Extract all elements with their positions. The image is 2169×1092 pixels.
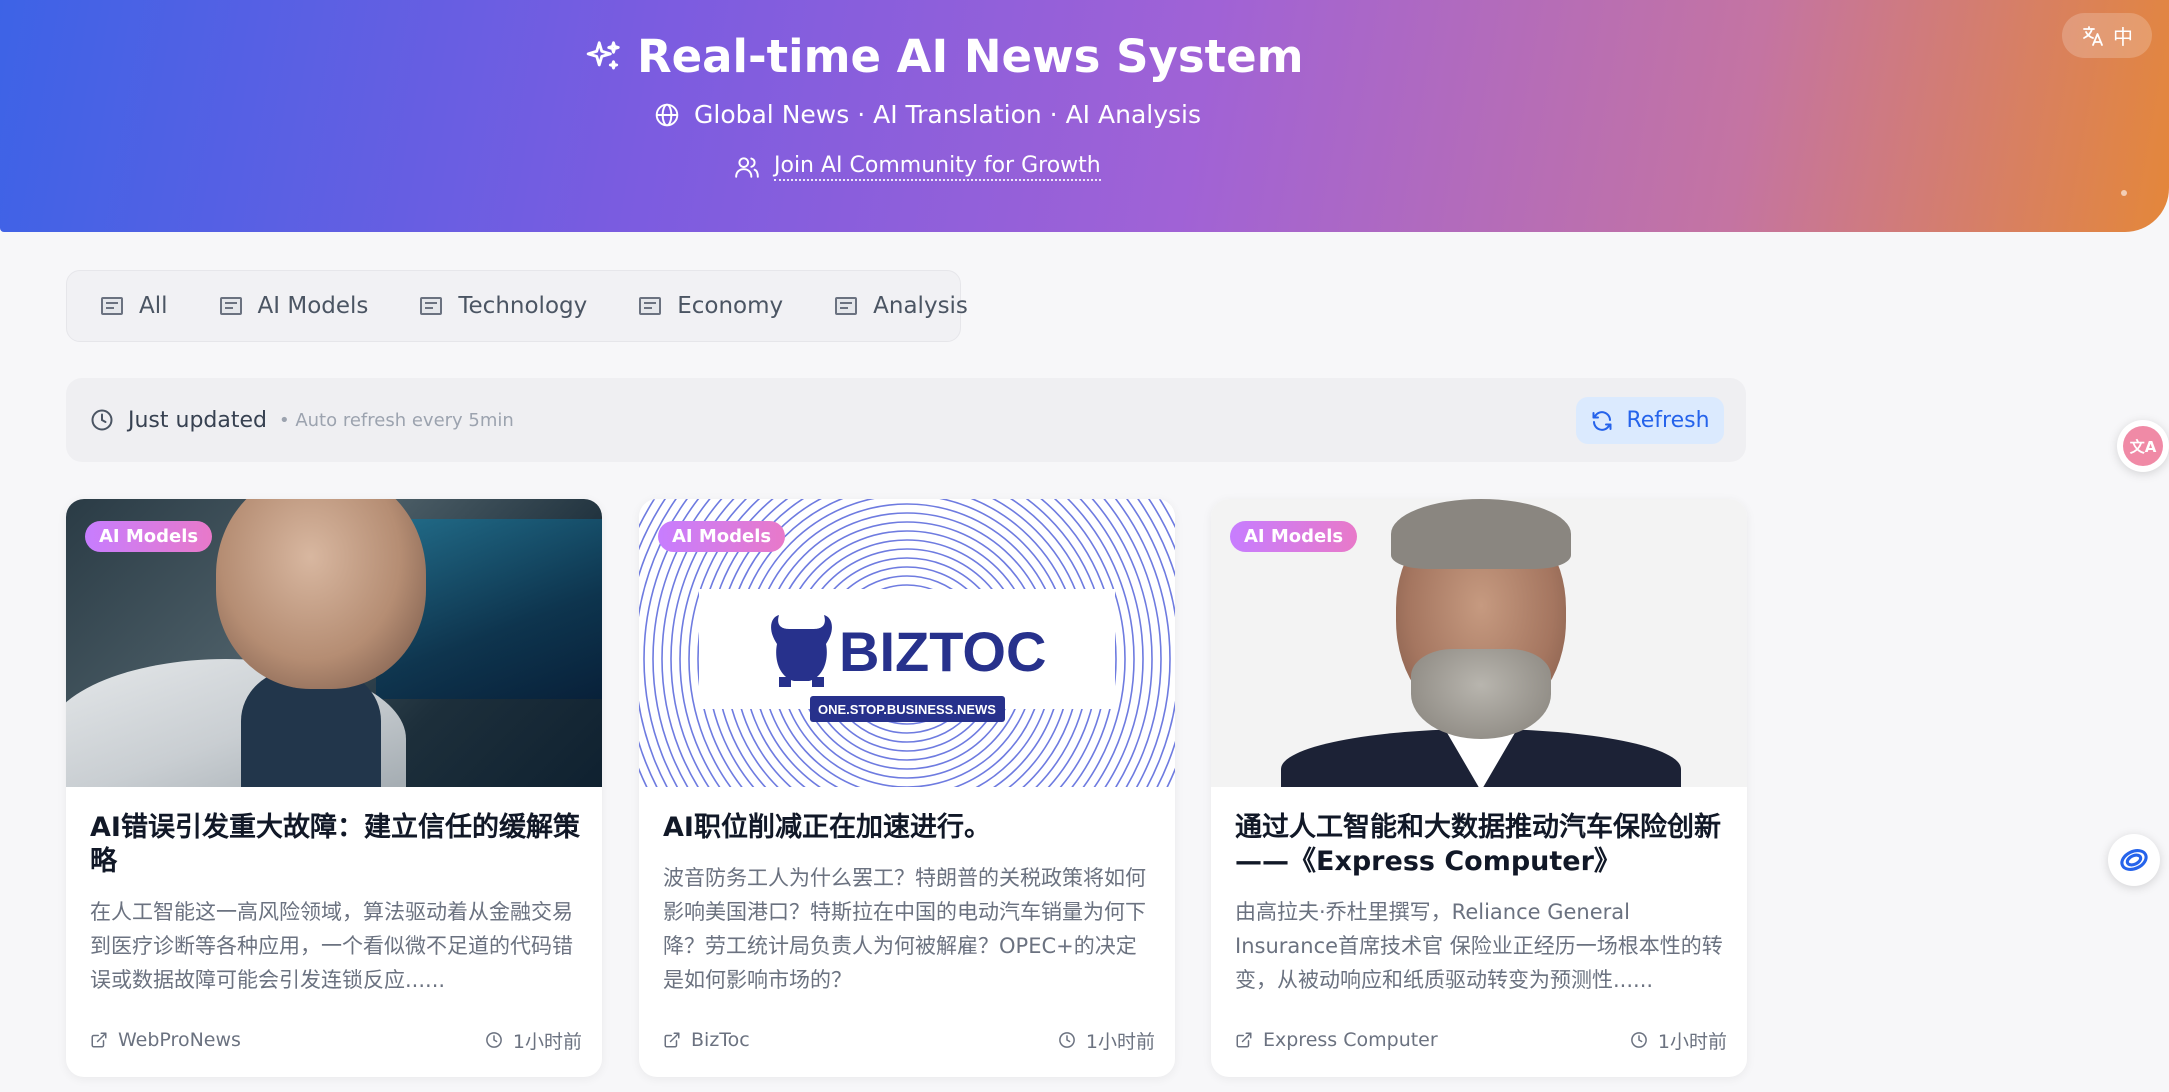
sparkles-icon (586, 40, 620, 70)
source-name: WebProNews (118, 1029, 241, 1051)
source-name: BizToc (691, 1029, 750, 1051)
source-name: Express Computer (1263, 1029, 1438, 1051)
tab-technology[interactable]: Technology (420, 293, 587, 319)
logo-tagline: ONE.STOP.BUSINESS.NEWS (818, 702, 996, 717)
news-image: AI Models (66, 499, 602, 787)
tab-label: Economy (677, 293, 784, 319)
category-badge: AI Models (85, 521, 213, 552)
external-link-icon (664, 1032, 680, 1048)
news-description: 由高拉夫·乔杜里撰写，Reliance General Insurance首席技… (1235, 900, 1723, 992)
time-text: 1小时前 (512, 1030, 582, 1053)
auto-refresh-note: • Auto refresh every 5min (279, 409, 514, 431)
clock-icon (1059, 1032, 1075, 1048)
time-text: 1小时前 (1657, 1030, 1727, 1053)
category-badge: AI Models (1230, 521, 1358, 552)
tab-label: AI Models (257, 293, 369, 319)
tab-label: Technology (458, 293, 588, 319)
decorative-dot (2121, 190, 2127, 196)
news-footer: Express Computer 1小时前 (1235, 1027, 1727, 1053)
news-time: 1小时前 (1058, 1027, 1155, 1054)
news-footer: BizToc 1小时前 (663, 1027, 1155, 1053)
header-banner: Real-time AI News System Global News · A… (0, 0, 2169, 232)
page-subtitle: Global News · AI Translation · AI Analys… (654, 100, 1201, 129)
news-card[interactable]: BIZTOC ONE.STOP.BUSINESS.NEWS AI Models … (639, 499, 1175, 1077)
news-time: 1小时前 (1630, 1027, 1727, 1054)
update-status: Just updated • Auto refresh every 5min (90, 378, 514, 462)
tab-analysis[interactable]: Analysis (835, 293, 968, 319)
news-description: 波音防务工人为什么罢工？特朗普的关税政策将如何影响美国港口？特斯拉在中国的电动汽… (663, 866, 1146, 992)
tab-label: All (139, 293, 168, 319)
news-title[interactable]: 通过人工智能和大数据推动汽车保险创新——《Express Computer》 (1235, 811, 1727, 879)
update-status-text: Just updated (128, 407, 267, 433)
title-text: Real-time AI News System (637, 30, 1304, 83)
clock-icon (486, 1032, 502, 1048)
translate-float-button[interactable]: 文A (2117, 420, 2169, 472)
newspaper-icon (835, 297, 858, 315)
clock-icon (1631, 1032, 1647, 1048)
external-link-icon (1236, 1032, 1252, 1048)
news-source[interactable]: BizToc (663, 1029, 750, 1051)
news-footer: WebProNews 1小时前 (90, 1027, 582, 1053)
news-description: 在人工智能这一高风险领域，算法驱动着从金融交易到医疗诊断等各种应用，一个看似微不… (90, 900, 573, 992)
translate-icon (2083, 25, 2103, 46)
news-card[interactable]: AI Models 通过人工智能和大数据推动汽车保险创新——《Express C… (1211, 499, 1747, 1077)
language-toggle-button[interactable]: 中 (2062, 13, 2152, 58)
news-image: AI Models (1211, 499, 1747, 787)
translate-icon: 文A (2123, 426, 2163, 466)
tab-economy[interactable]: Economy (639, 293, 783, 319)
svg-text:文A: 文A (2130, 438, 2157, 456)
assistant-icon (2120, 849, 2148, 871)
language-label: 中 (2113, 25, 2133, 49)
assistant-float-button[interactable] (2108, 834, 2160, 886)
clock-icon (91, 409, 113, 431)
globe-icon (655, 103, 679, 126)
logo-text: BIZTOC (839, 620, 1046, 683)
newspaper-icon (420, 297, 443, 315)
refresh-label: Refresh (1626, 408, 1710, 433)
status-bar: Just updated • Auto refresh every 5min R… (66, 378, 1746, 462)
news-card[interactable]: AI Models AI错误引发重大故障：建立信任的缓解策略 在人工智能这一高风… (66, 499, 602, 1077)
subtitle-text: Global News · AI Translation · AI Analys… (694, 100, 1201, 129)
page-title: Real-time AI News System (585, 30, 1304, 83)
newspaper-icon (639, 297, 662, 315)
news-source[interactable]: Express Computer (1235, 1029, 1438, 1051)
community-link-text[interactable]: Join AI Community for Growth (774, 153, 1101, 181)
tab-label: Analysis (873, 293, 968, 319)
tab-all[interactable]: All (101, 293, 168, 319)
tab-ai-models[interactable]: AI Models (219, 293, 369, 319)
news-image: BIZTOC ONE.STOP.BUSINESS.NEWS AI Models (639, 499, 1175, 787)
category-tabs: All AI Models Technology Economy Analysi… (66, 270, 968, 342)
news-time: 1小时前 (485, 1027, 582, 1054)
users-icon (735, 157, 759, 178)
refresh-icon (1592, 410, 1612, 431)
community-link[interactable]: Join AI Community for Growth (734, 153, 1101, 181)
time-text: 1小时前 (1085, 1030, 1155, 1053)
external-link-icon (91, 1032, 107, 1048)
refresh-button[interactable]: Refresh (1576, 397, 1724, 444)
news-title[interactable]: AI职位削减正在加速进行。 (663, 811, 1155, 845)
newspaper-icon (101, 297, 123, 315)
category-badge: AI Models (658, 521, 786, 552)
news-source[interactable]: WebProNews (90, 1029, 241, 1051)
news-title[interactable]: AI错误引发重大故障：建立信任的缓解策略 (90, 811, 582, 879)
newspaper-icon (219, 297, 242, 315)
